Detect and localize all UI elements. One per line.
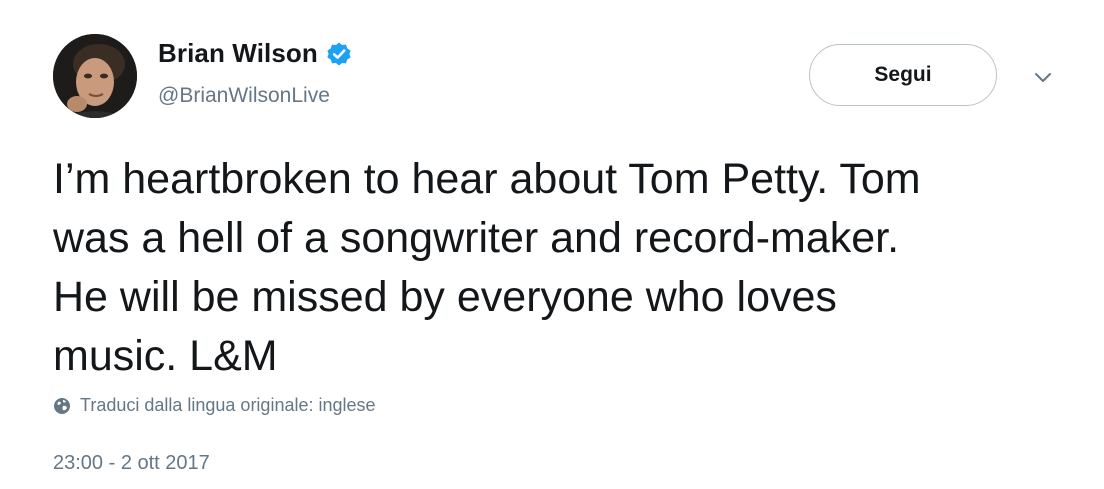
translate-label: Traduci dalla lingua originale: inglese bbox=[80, 395, 376, 415]
tweet-text-line: He will be missed by everyone who loves bbox=[53, 273, 837, 321]
globe-icon bbox=[53, 397, 71, 415]
tweet-text-line: was a hell of a songwriter and record-ma… bbox=[53, 214, 900, 262]
avatar-photo bbox=[53, 34, 137, 118]
author-row: Brian Wilson bbox=[158, 38, 352, 69]
avatar[interactable] bbox=[53, 34, 137, 118]
verified-badge-icon bbox=[326, 41, 352, 67]
chevron-down-icon[interactable] bbox=[1030, 64, 1056, 90]
translate-link[interactable]: Traduci dalla lingua originale: inglese bbox=[53, 395, 376, 416]
follow-button[interactable]: Segui bbox=[809, 44, 997, 106]
author-handle[interactable]: @BrianWilsonLive bbox=[158, 84, 330, 108]
tweet-timestamp[interactable]: 23:00 - 2 ott 2017 bbox=[53, 452, 210, 475]
author-display-name[interactable]: Brian Wilson bbox=[158, 38, 318, 69]
tweet-text-line: music. L&M bbox=[53, 332, 278, 380]
tweet-text-line: I’m heartbroken to hear about Tom Petty.… bbox=[53, 155, 921, 203]
tweet-card: Brian Wilson @BrianWilsonLive Segui I’m … bbox=[0, 0, 1104, 489]
tweet-text: I’m heartbroken to hear about Tom Petty.… bbox=[53, 150, 1083, 386]
